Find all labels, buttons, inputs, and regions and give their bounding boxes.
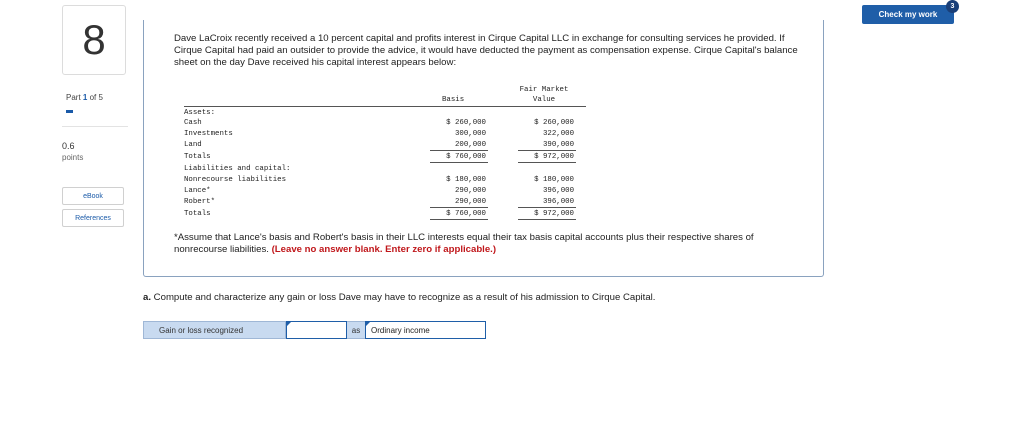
subtotal-rule bbox=[430, 207, 488, 208]
header-fmv-line2: Value bbox=[532, 96, 556, 104]
bs-row-basis: $ 260,000 bbox=[446, 119, 486, 127]
subtotal-rule bbox=[518, 150, 576, 151]
bs-row-label: Land bbox=[184, 141, 202, 149]
bs-row-fmv: $ 180,000 bbox=[534, 176, 574, 184]
bs-row-basis: $ 760,000 bbox=[446, 153, 486, 161]
references-button[interactable]: References bbox=[62, 209, 124, 227]
part-a-prompt: a. Compute and characterize any gain or … bbox=[143, 292, 656, 303]
bs-row-basis: $ 180,000 bbox=[446, 176, 486, 184]
bs-row-label: Lance* bbox=[184, 187, 211, 195]
bs-row-fmv: $ 972,000 bbox=[534, 153, 574, 161]
bs-row-fmv: $ 972,000 bbox=[534, 210, 574, 218]
bs-row-label: Assets: bbox=[184, 109, 216, 117]
question-intro: Dave LaCroix recently received a 10 perc… bbox=[174, 33, 798, 68]
total-rule bbox=[518, 219, 576, 220]
bs-row-fmv: 322,000 bbox=[542, 130, 574, 138]
bs-row-fmv: 396,000 bbox=[542, 198, 574, 206]
total-rule bbox=[430, 162, 488, 163]
bs-row-label: Investments bbox=[184, 130, 233, 138]
subtotal-rule bbox=[430, 150, 488, 151]
bs-row-label: Cash bbox=[184, 119, 202, 127]
bs-row-fmv: 390,000 bbox=[542, 141, 574, 149]
ebook-button[interactable]: eBook bbox=[62, 187, 124, 205]
total-rule bbox=[518, 162, 576, 163]
bs-row-label: Nonrecourse liabilities bbox=[184, 176, 287, 184]
assumption-note: *Assume that Lance's basis and Robert's … bbox=[174, 232, 754, 255]
instruction-text: (Leave no answer blank. Enter zero if ap… bbox=[271, 244, 497, 255]
total-rule bbox=[430, 219, 488, 220]
part-indicator: Part 1 of 5 bbox=[66, 93, 103, 102]
bs-row-basis: $ 760,000 bbox=[446, 210, 486, 218]
header-basis: Basis bbox=[442, 96, 465, 104]
as-label: as bbox=[347, 321, 365, 339]
header-fmv-line1: Fair Market bbox=[519, 86, 569, 94]
bs-row-label: Totals bbox=[184, 210, 211, 218]
bs-row-basis: 290,000 bbox=[454, 187, 486, 195]
character-select[interactable]: Ordinary income bbox=[365, 321, 486, 339]
bs-row-basis: 200,000 bbox=[454, 141, 486, 149]
check-attempts-badge: 3 bbox=[946, 0, 959, 13]
gain-loss-input[interactable] bbox=[286, 321, 347, 339]
answer-row: Gain or loss recognized as Ordinary inco… bbox=[143, 321, 486, 339]
sidebar-divider bbox=[62, 126, 128, 127]
part-progress-bar bbox=[66, 110, 73, 113]
bs-row-fmv: 396,000 bbox=[542, 187, 574, 195]
header-rule bbox=[184, 106, 586, 107]
bs-row-basis: 300,000 bbox=[454, 130, 486, 138]
points-label: points bbox=[62, 153, 84, 162]
check-my-work-button[interactable]: Check my work bbox=[862, 5, 954, 24]
question-number: 8 bbox=[62, 5, 126, 75]
subtotal-rule bbox=[518, 207, 576, 208]
gain-loss-label: Gain or loss recognized bbox=[143, 321, 286, 339]
bs-row-basis: 290,000 bbox=[454, 198, 486, 206]
points-value: 0.6 bbox=[62, 141, 75, 151]
bs-row-label: Robert* bbox=[184, 198, 216, 206]
bs-row-fmv: $ 260,000 bbox=[534, 119, 574, 127]
bs-row-label: Liabilities and capital: bbox=[184, 165, 291, 173]
bs-row-label: Totals bbox=[184, 153, 211, 161]
